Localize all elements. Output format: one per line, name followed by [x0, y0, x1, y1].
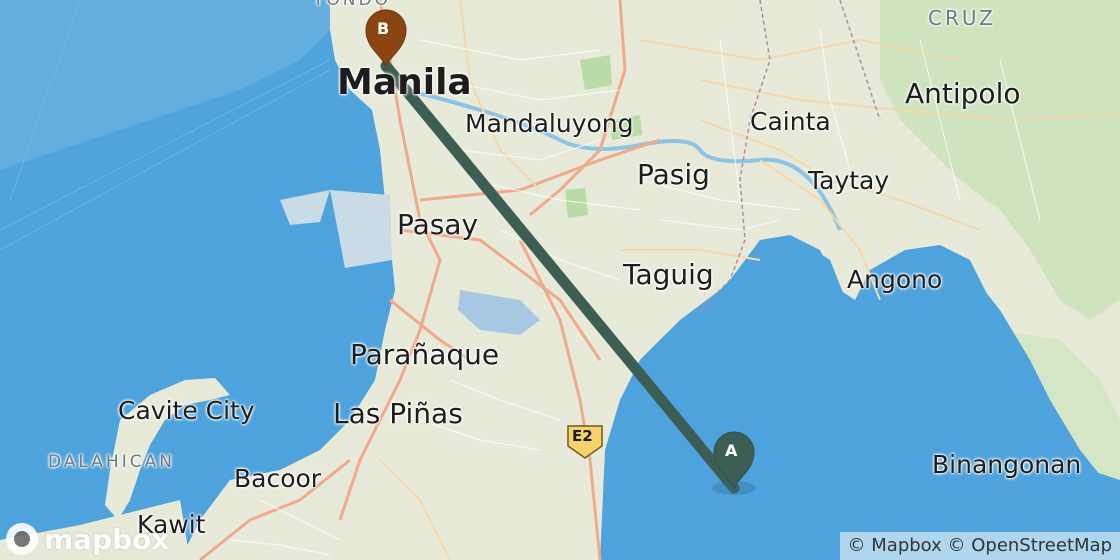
map-canvas[interactable]: A B TONDO CRUZ Manila Mandaluyong Cainta… — [0, 0, 1120, 560]
place-paranaque: Parañaque — [350, 338, 500, 371]
place-bacoor: Bacoor — [234, 464, 322, 493]
place-angono: Angono — [847, 265, 943, 294]
place-taytay: Taytay — [808, 166, 890, 195]
place-binangonan: Binangonan — [932, 450, 1082, 479]
place-las-pinas: Las Piñas — [333, 397, 463, 430]
place-dalahican: DALAHICAN — [48, 452, 175, 472]
marker-b-label: B — [377, 19, 390, 38]
park-1 — [580, 55, 612, 90]
place-cruz: CRUZ — [928, 6, 996, 30]
place-taguig: Taguig — [623, 258, 714, 291]
map-attribution[interactable]: © Mapbox © OpenStreetMap — [839, 532, 1120, 560]
mapbox-logo-icon — [6, 523, 38, 555]
place-mandaluyong: Mandaluyong — [465, 109, 634, 138]
marker-a-label: A — [725, 441, 738, 460]
place-cainta: Cainta — [750, 107, 831, 136]
place-pasay: Pasay — [397, 208, 479, 241]
road-shield-e2-label: E2 — [572, 427, 593, 445]
mapbox-logo-text: mapbox — [44, 522, 170, 556]
place-pasig: Pasig — [637, 158, 710, 191]
place-tondo: TONDO — [313, 0, 391, 10]
place-antipolo: Antipolo — [905, 77, 1021, 110]
place-cavite-city: Cavite City — [118, 396, 255, 425]
place-manila: Manila — [337, 62, 472, 103]
mapbox-logo[interactable]: mapbox — [6, 522, 169, 556]
